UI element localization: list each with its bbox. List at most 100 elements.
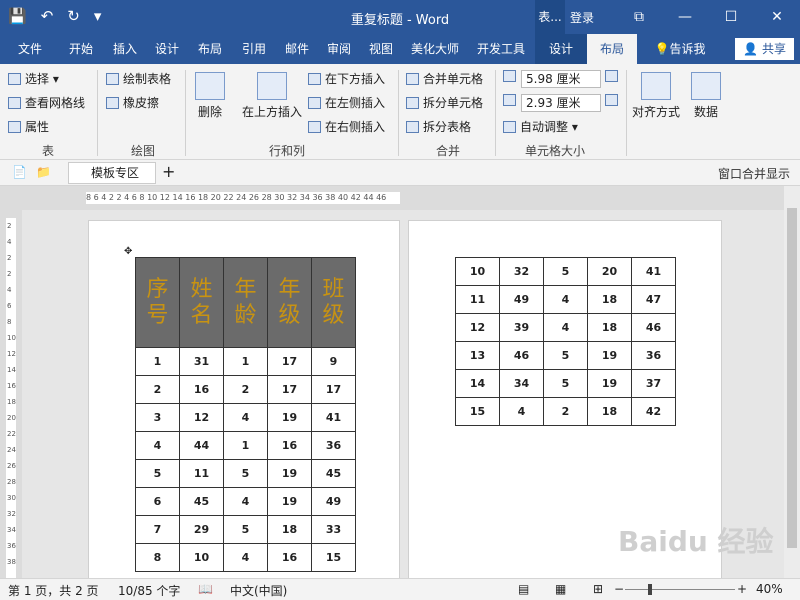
header-cell[interactable]: 年级 bbox=[267, 257, 312, 348]
col-width-input[interactable]: 2.93 厘米 bbox=[521, 94, 601, 112]
zoom-in-icon[interactable]: + bbox=[737, 582, 747, 596]
login-link[interactable]: 登录 bbox=[570, 9, 594, 26]
table-cell[interactable]: 2 bbox=[135, 375, 180, 404]
header-cell[interactable]: 姓名 bbox=[179, 257, 224, 348]
zoom-level[interactable]: 40% bbox=[756, 582, 783, 596]
vertical-ruler[interactable]: 2 4 2 2 4 6 8 10 12 14 16 18 20 22 24 26 28 30 32 34 36 38 bbox=[0, 210, 22, 580]
table-cell[interactable]: 46 bbox=[631, 313, 676, 342]
table-cell[interactable]: 11 bbox=[179, 459, 224, 488]
scrollbar-thumb[interactable] bbox=[787, 208, 797, 548]
table-cell[interactable]: 17 bbox=[267, 347, 312, 376]
print-layout-icon[interactable]: ▦ bbox=[555, 582, 566, 596]
row-height-input[interactable]: 5.98 厘米 bbox=[521, 70, 601, 88]
select-button[interactable]: 选择 ▾ bbox=[8, 70, 59, 87]
table-cell[interactable]: 49 bbox=[499, 285, 544, 314]
table-cell[interactable]: 1 bbox=[223, 347, 268, 376]
table-cell[interactable]: 14 bbox=[455, 369, 500, 398]
table-cell[interactable]: 6 bbox=[135, 487, 180, 516]
insert-right-button[interactable]: 在右侧插入 bbox=[308, 118, 385, 135]
table-cell[interactable]: 16 bbox=[267, 543, 312, 572]
tab-developer[interactable]: 开发工具 bbox=[468, 34, 534, 64]
tab-table-layout[interactable]: 布局 bbox=[587, 34, 637, 64]
table-cell[interactable]: 11 bbox=[455, 285, 500, 314]
table-cell[interactable]: 12 bbox=[455, 313, 500, 342]
table-cell[interactable]: 18 bbox=[587, 313, 632, 342]
table-cell[interactable]: 4 bbox=[223, 487, 268, 516]
table-cell[interactable]: 19 bbox=[267, 459, 312, 488]
tell-me-box[interactable]: 💡告诉我 bbox=[645, 34, 715, 64]
table-cell[interactable]: 16 bbox=[267, 431, 312, 460]
table-cell[interactable]: 1 bbox=[223, 431, 268, 460]
table-cell[interactable]: 7 bbox=[135, 515, 180, 544]
page-count[interactable]: 第 1 页，共 2 页 bbox=[8, 582, 99, 599]
table-cell[interactable]: 4 bbox=[223, 543, 268, 572]
new-document-icon[interactable]: 📄 bbox=[12, 165, 27, 179]
vertical-scrollbar[interactable] bbox=[784, 186, 800, 580]
distribute-cols-button[interactable] bbox=[605, 94, 618, 106]
zoom-out-icon[interactable]: − bbox=[614, 582, 624, 596]
tab-layout[interactable]: 布局 bbox=[188, 34, 232, 64]
table-cell[interactable]: 12 bbox=[179, 403, 224, 432]
table-cell[interactable]: 10 bbox=[179, 543, 224, 572]
table-cell[interactable]: 5 bbox=[543, 341, 588, 370]
folder-icon[interactable]: 📁 bbox=[36, 165, 51, 179]
table-cell[interactable]: 45 bbox=[311, 459, 356, 488]
merge-window-button[interactable]: 窗口合并显示 bbox=[718, 165, 790, 182]
tab-references[interactable]: 引用 bbox=[232, 34, 276, 64]
table-cell[interactable]: 1 bbox=[135, 347, 180, 376]
table-cell[interactable]: 5 bbox=[223, 459, 268, 488]
table-cell[interactable]: 2 bbox=[543, 397, 588, 426]
insert-left-button[interactable]: 在左侧插入 bbox=[308, 94, 385, 111]
table-cell[interactable]: 4 bbox=[543, 313, 588, 342]
minimize-icon[interactable]: — bbox=[662, 0, 708, 34]
table-cell[interactable]: 41 bbox=[631, 257, 676, 286]
table-cell[interactable]: 18 bbox=[267, 515, 312, 544]
table-cell[interactable]: 16 bbox=[179, 375, 224, 404]
table-cell[interactable]: 46 bbox=[499, 341, 544, 370]
table-cell[interactable]: 37 bbox=[631, 369, 676, 398]
table-cell[interactable]: 5 bbox=[543, 369, 588, 398]
table-cell[interactable]: 39 bbox=[499, 313, 544, 342]
header-cell[interactable]: 班级 bbox=[311, 257, 356, 348]
table-cell[interactable]: 17 bbox=[311, 375, 356, 404]
tab-home[interactable]: 开始 bbox=[58, 34, 104, 64]
delete-button[interactable]: 删除 bbox=[190, 72, 230, 120]
table-cell[interactable]: 2 bbox=[223, 375, 268, 404]
tab-table-design[interactable]: 设计 bbox=[535, 34, 587, 64]
maximize-icon[interactable]: ☐ bbox=[708, 0, 754, 34]
data-button[interactable]: 数据 bbox=[688, 72, 724, 120]
table-cell[interactable]: 20 bbox=[587, 257, 632, 286]
tab-beautify[interactable]: 美化大师 bbox=[402, 34, 468, 64]
table-cell[interactable]: 31 bbox=[179, 347, 224, 376]
table-cell[interactable]: 33 bbox=[311, 515, 356, 544]
table-cell[interactable]: 4 bbox=[135, 431, 180, 460]
table-cell[interactable]: 4 bbox=[223, 403, 268, 432]
table-cell[interactable]: 29 bbox=[179, 515, 224, 544]
zoom-slider[interactable] bbox=[625, 589, 735, 590]
view-gridlines-button[interactable]: 查看网格线 bbox=[8, 94, 85, 111]
table-cell[interactable]: 42 bbox=[631, 397, 676, 426]
table-cell[interactable]: 5 bbox=[543, 257, 588, 286]
table-cell[interactable]: 5 bbox=[223, 515, 268, 544]
autofit-button[interactable]: 自动调整 ▾ bbox=[503, 118, 578, 135]
header-cell[interactable]: 序号 bbox=[135, 257, 180, 348]
table-cell[interactable]: 44 bbox=[179, 431, 224, 460]
proofing-icon[interactable]: 📖 bbox=[198, 582, 213, 596]
table-cell[interactable]: 41 bbox=[311, 403, 356, 432]
merge-cells-button[interactable]: 合并单元格 bbox=[406, 70, 483, 87]
table-cell[interactable]: 15 bbox=[455, 397, 500, 426]
table-cell[interactable]: 5 bbox=[135, 459, 180, 488]
horizontal-ruler[interactable]: 8 6 4 2 2 4 6 8 10 12 14 16 18 20 22 24 … bbox=[0, 186, 800, 210]
alignment-button[interactable]: 对齐方式 bbox=[630, 72, 682, 120]
tab-design[interactable]: 设计 bbox=[146, 34, 188, 64]
table-move-handle-icon[interactable]: ✥ bbox=[124, 246, 132, 257]
table-cell[interactable]: 3 bbox=[135, 403, 180, 432]
tab-insert[interactable]: 插入 bbox=[104, 34, 146, 64]
table-cell[interactable]: 36 bbox=[311, 431, 356, 460]
table-cell[interactable]: 34 bbox=[499, 369, 544, 398]
template-tab[interactable]: 模板专区 bbox=[68, 162, 156, 184]
language[interactable]: 中文(中国) bbox=[230, 582, 287, 599]
eraser-button[interactable]: 橡皮擦 bbox=[106, 94, 159, 111]
table-cell[interactable]: 18 bbox=[587, 397, 632, 426]
table-cell[interactable]: 8 bbox=[135, 543, 180, 572]
